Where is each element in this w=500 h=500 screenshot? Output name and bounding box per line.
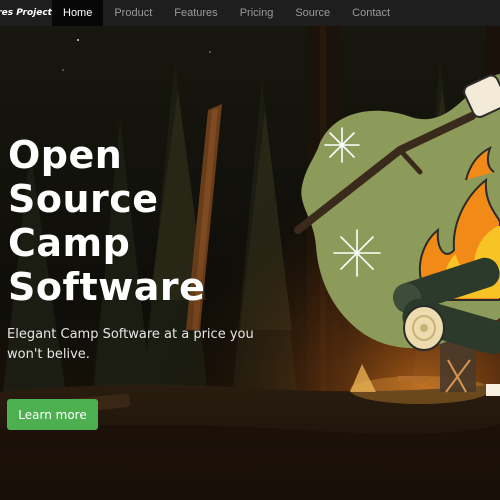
hero-title: Open Source Camp Software [8, 133, 206, 309]
nav-home[interactable]: Home [52, 0, 104, 26]
page: res Project Home Product Features Pricin… [0, 0, 500, 500]
nav-pricing[interactable]: Pricing [229, 0, 285, 26]
nav-source[interactable]: Source [284, 0, 341, 26]
learn-more-button[interactable]: Learn more [7, 399, 98, 430]
nav-product[interactable]: Product [103, 0, 163, 26]
nav-features[interactable]: Features [163, 0, 228, 26]
nav-contact[interactable]: Contact [341, 0, 401, 26]
brand-logo[interactable]: res Project [0, 0, 52, 26]
hero-subtitle: Elegant Camp Software at a price you won… [7, 327, 254, 362]
top-navbar: res Project Home Product Features Pricin… [0, 0, 500, 26]
